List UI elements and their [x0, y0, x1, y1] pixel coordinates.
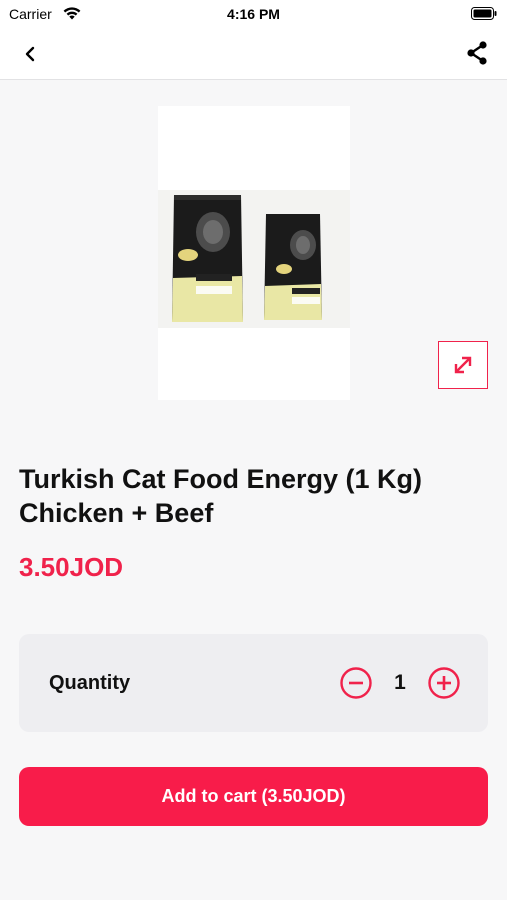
add-to-cart-button[interactable]: Add to cart (3.50JOD): [19, 767, 488, 826]
product-title: Turkish Cat Food Energy (1 Kg) Chicken +…: [19, 464, 423, 528]
battery-icon: [471, 7, 497, 20]
decrement-button[interactable]: [339, 666, 373, 700]
increment-button[interactable]: [427, 666, 461, 700]
product-image: [158, 190, 350, 328]
status-bar: Carrier 4:16 PM: [0, 0, 507, 28]
share-button[interactable]: [461, 37, 493, 69]
quantity-label: Quantity: [49, 672, 131, 694]
navigation-bar: [0, 28, 507, 80]
status-time: 4:16 PM: [227, 6, 280, 22]
product-price: 3.50JOD: [19, 552, 124, 582]
expand-image-button[interactable]: [438, 341, 488, 389]
chevron-left-icon: [25, 46, 35, 62]
quantity-value: 1: [394, 671, 406, 694]
share-icon: [467, 41, 487, 65]
back-button[interactable]: [14, 38, 46, 70]
product-image-card[interactable]: [158, 106, 350, 400]
expand-icon: [454, 356, 472, 374]
quantity-card: Quantity 1: [19, 634, 488, 732]
